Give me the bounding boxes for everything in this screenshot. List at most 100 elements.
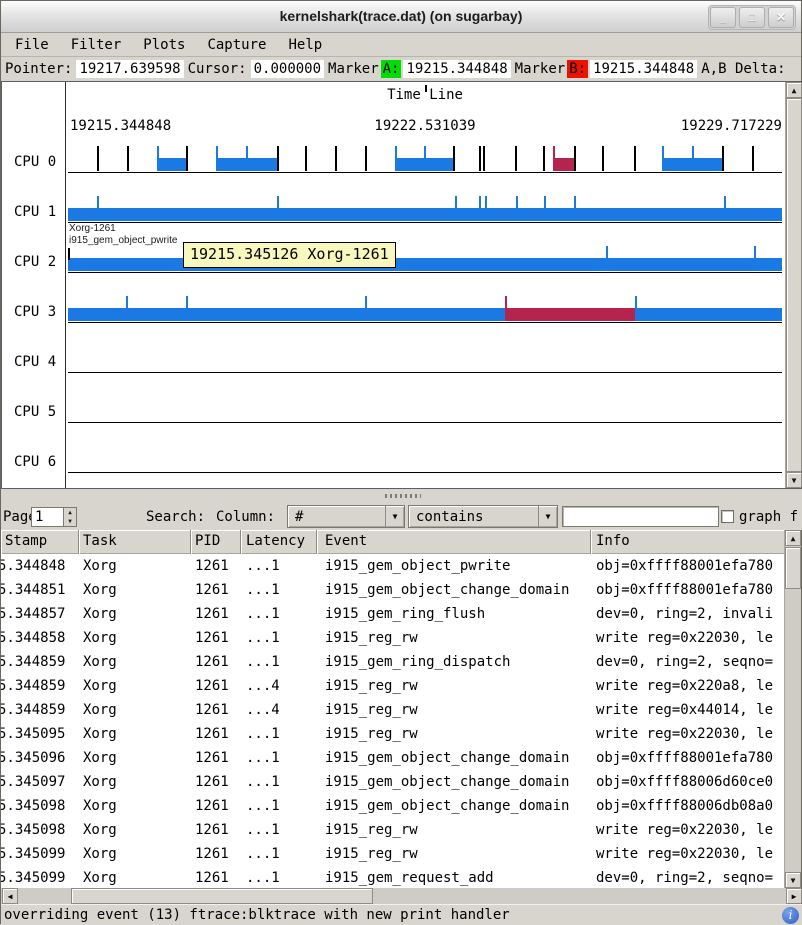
table-row[interactable]: 5.345098Xorg1261...1i915_reg_rwwrite reg… — [1, 818, 787, 842]
event-tick — [505, 296, 507, 308]
graph-panel[interactable]: Time Line CPU 0CPU 1CPU 2CPU 3CPU 4CPU 5… — [1, 81, 802, 489]
table-row[interactable]: 5.345097Xorg1261...1i915_gem_object_chan… — [1, 770, 787, 794]
graph-plot[interactable] — [68, 82, 782, 486]
cpu-row-3[interactable] — [68, 296, 782, 323]
event-tick — [335, 146, 337, 171]
cell-pid: 1261 — [191, 578, 241, 602]
cpu-row-4[interactable] — [68, 346, 782, 373]
cpu-row-5[interactable] — [68, 396, 782, 423]
search-input[interactable] — [562, 506, 719, 527]
event-table[interactable]: 5.344848Xorg1261...1i915_gem_object_pwri… — [1, 554, 787, 888]
graph-follows-checkbox[interactable] — [721, 510, 734, 523]
left-arrow-icon: ◀ — [8, 892, 13, 901]
table-row[interactable]: 5.344848Xorg1261...1i915_gem_object_pwri… — [1, 554, 787, 578]
cell-info: write reg=0x44014, le — [591, 698, 787, 722]
task-bar — [553, 158, 574, 171]
match-select[interactable]: contains ▼ — [408, 505, 558, 528]
column-header-pid[interactable]: PID — [191, 530, 241, 554]
cell-task: Xorg — [79, 602, 191, 626]
table-scrollbar-thumb[interactable] — [785, 547, 801, 589]
menu-item-file[interactable]: File — [7, 35, 57, 55]
up-arrow-icon: ▲ — [792, 86, 797, 95]
cell-event: i915_gem_object_change_domain — [317, 794, 591, 818]
cpu-label: CPU 1 — [14, 204, 56, 222]
menu-item-help[interactable]: Help — [280, 35, 330, 55]
horizontal-scrollbar[interactable]: ◀ ▶ — [1, 888, 802, 904]
scroll-right-button[interactable]: ▶ — [786, 888, 802, 904]
event-tick — [635, 296, 637, 308]
scroll-down-button[interactable]: ▼ — [785, 872, 801, 888]
page-spinbox[interactable]: 1 ▲ ▼ — [31, 507, 77, 527]
horizontal-scrollbar-thumb[interactable] — [71, 888, 373, 904]
table-row[interactable]: 5.345095Xorg1261...1i915_reg_rwwrite reg… — [1, 722, 787, 746]
spin-up-button[interactable]: ▲ — [64, 508, 76, 517]
table-row[interactable]: 5.345099Xorg1261...1i915_reg_rwwrite reg… — [1, 842, 787, 866]
table-row[interactable]: 5.344859Xorg1261...1i915_gem_ring_dispat… — [1, 650, 787, 674]
scroll-up-button[interactable]: ▲ — [786, 82, 802, 98]
column-header-stamp[interactable]: Stamp — [1, 530, 79, 554]
chevron-down-icon: ▼ — [385, 506, 404, 527]
spin-down-button[interactable]: ▼ — [64, 517, 76, 526]
table-row[interactable]: 5.344859Xorg1261...4i915_reg_rwwrite reg… — [1, 674, 787, 698]
column-header-info[interactable]: Info — [591, 530, 787, 554]
menu-item-capture[interactable]: Capture — [199, 35, 274, 55]
up-arrow-icon: ▲ — [68, 509, 72, 516]
close-button[interactable]: ✕ — [768, 7, 794, 28]
cell-latency: ...1 — [241, 842, 317, 866]
table-row[interactable]: 5.345098Xorg1261...1i915_gem_object_chan… — [1, 794, 787, 818]
pane-splitter[interactable] — [1, 489, 802, 504]
column-header-task[interactable]: Task — [79, 530, 191, 554]
cell-pid: 1261 — [191, 674, 241, 698]
cell-stamp: 5.344848 — [1, 554, 79, 578]
scroll-down-button[interactable]: ▼ — [786, 472, 802, 488]
page-spin-buttons: ▲ ▼ — [63, 508, 76, 526]
graph-scrollbar[interactable]: ▲ ▼ — [785, 82, 802, 488]
info-icon[interactable]: i — [782, 907, 799, 924]
cell-task: Xorg — [79, 626, 191, 650]
cursor-label: Cursor: — [188, 61, 247, 77]
scroll-left-button[interactable]: ◀ — [2, 888, 18, 904]
event-tick — [157, 146, 159, 158]
column-header-event[interactable]: Event — [317, 530, 591, 554]
cell-task: Xorg — [79, 818, 191, 842]
event-tick — [752, 146, 754, 171]
right-arrow-icon: ▶ — [792, 892, 797, 901]
cell-latency: ...1 — [241, 554, 317, 578]
table-row[interactable]: 5.344857Xorg1261...1i915_gem_ring_flushd… — [1, 602, 787, 626]
menu-item-filter[interactable]: Filter — [63, 35, 130, 55]
cell-info: write reg=0x22030, le — [591, 722, 787, 746]
table-row[interactable]: 5.345099Xorg1261...1i915_gem_request_add… — [1, 866, 787, 888]
event-tick — [516, 196, 518, 208]
scroll-up-button[interactable]: ▲ — [785, 530, 801, 546]
cpu-label: CPU 6 — [14, 454, 56, 472]
table-row[interactable]: 5.345096Xorg1261...1i915_gem_object_chan… — [1, 746, 787, 770]
cpu-row-0[interactable] — [68, 146, 782, 173]
cell-info: dev=0, ring=2, seqno= — [591, 650, 787, 674]
table-row[interactable]: 5.344851Xorg1261...1i915_gem_object_chan… — [1, 578, 787, 602]
marker-a-line — [68, 248, 70, 260]
cell-info: write reg=0x22030, le — [591, 818, 787, 842]
marker-b-label: Marker — [515, 61, 566, 77]
cpu-row-2[interactable] — [68, 246, 782, 273]
cpu-row-1[interactable] — [68, 196, 782, 223]
page-value: 1 — [35, 509, 43, 525]
table-row[interactable]: 5.344859Xorg1261...4i915_reg_rwwrite reg… — [1, 698, 787, 722]
window-title: kernelshark(trace.dat) (on sugarbay) — [1, 8, 801, 24]
minimize-button[interactable]: _ — [710, 7, 736, 28]
menu-bar: File FilterPlots Capture Help — [1, 33, 801, 57]
task-bar — [505, 308, 635, 321]
menu-item-plots[interactable]: Plots — [135, 35, 193, 55]
cell-info: obj=0xffff88006d60ce0 — [591, 770, 787, 794]
title-bar[interactable]: kernelshark(trace.dat) (on sugarbay) _□✕ — [1, 1, 801, 33]
cpu-row-6[interactable] — [68, 446, 782, 473]
graph-scrollbar-thumb[interactable] — [786, 98, 802, 472]
table-scrollbar[interactable]: ▲ ▼ — [784, 530, 801, 888]
event-tick — [662, 146, 664, 158]
column-header-latency[interactable]: Latency — [241, 530, 317, 554]
column-select[interactable]: # ▼ — [287, 505, 405, 528]
cell-task: Xorg — [79, 794, 191, 818]
maximize-button[interactable]: □ — [739, 7, 765, 28]
event-tick — [724, 196, 726, 208]
cell-info: obj=0xffff88001efa780 — [591, 746, 787, 770]
table-row[interactable]: 5.344858Xorg1261...1i915_reg_rwwrite reg… — [1, 626, 787, 650]
